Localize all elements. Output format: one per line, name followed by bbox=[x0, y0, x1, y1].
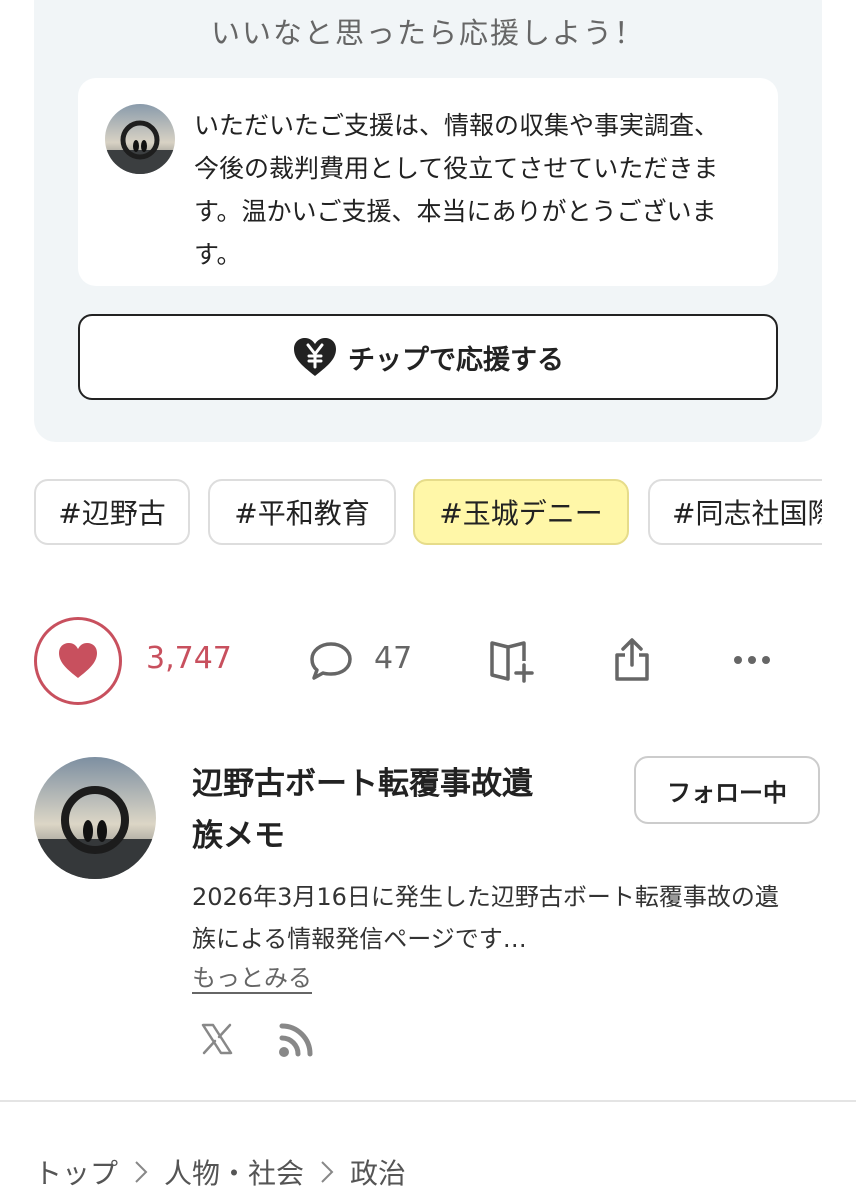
tag-tamaki-denny[interactable]: #玉城デニー bbox=[413, 479, 629, 545]
book-plus-icon bbox=[487, 637, 537, 683]
chevron-right-icon bbox=[320, 1160, 334, 1184]
support-title: いいなと思ったら応援しよう！ bbox=[210, 16, 645, 50]
breadcrumb-top[interactable]: トップ bbox=[34, 1152, 118, 1192]
x-social-link[interactable] bbox=[198, 1020, 236, 1058]
comment-icon bbox=[308, 640, 354, 682]
rss-icon bbox=[278, 1022, 314, 1058]
tag-peace-education[interactable]: #平和教育 bbox=[208, 479, 396, 545]
creator-avatar bbox=[105, 104, 175, 174]
like-count: 3,747 bbox=[146, 641, 232, 676]
tag-doshisha-kokusai[interactable]: #同志社国際 bbox=[648, 479, 822, 545]
breadcrumb-people-society[interactable]: 人物・社会 bbox=[164, 1152, 304, 1192]
x-logo-icon bbox=[200, 1022, 234, 1056]
chevron-right-icon bbox=[134, 1160, 148, 1184]
hashtag-list: #辺野古 #平和教育 #玉城デニー #同志社国際 bbox=[34, 479, 822, 547]
author-name[interactable]: 辺野古ボート転覆事故遺 族メモ bbox=[192, 758, 612, 862]
more-options-button[interactable] bbox=[732, 648, 772, 672]
yen-heart-icon bbox=[292, 336, 338, 378]
add-to-magazine-button[interactable] bbox=[486, 636, 538, 684]
share-button[interactable] bbox=[610, 636, 654, 684]
tip-button[interactable]: チップで応援する bbox=[78, 314, 778, 400]
comment-count: 47 bbox=[374, 641, 413, 676]
section-divider bbox=[0, 1100, 856, 1102]
share-icon bbox=[612, 637, 652, 683]
comment-button[interactable] bbox=[306, 638, 356, 684]
breadcrumb-politics[interactable]: 政治 bbox=[350, 1152, 406, 1192]
creator-message: いただいたご支援は、情報の収集や事実調査、 今後の裁判費用として役立てさせていた… bbox=[194, 111, 720, 269]
tip-button-label: チップで応援する bbox=[348, 344, 564, 376]
author-avatar[interactable] bbox=[34, 757, 156, 879]
rss-feed-link[interactable] bbox=[276, 1020, 316, 1060]
follow-button[interactable]: フォロー中 bbox=[634, 756, 820, 824]
more-horizontal-icon bbox=[733, 655, 771, 665]
like-button[interactable] bbox=[34, 617, 122, 705]
author-description: 2026年3月16日に発生した辺野古ボート転覆事故の遺 族による情報発信ページで… bbox=[192, 883, 779, 953]
breadcrumb: トップ 人物・社会 政治 bbox=[34, 1152, 406, 1192]
heart-icon bbox=[57, 642, 99, 680]
tag-henoko[interactable]: #辺野古 bbox=[34, 479, 190, 545]
read-more-link[interactable]: もっとみる bbox=[192, 958, 312, 993]
